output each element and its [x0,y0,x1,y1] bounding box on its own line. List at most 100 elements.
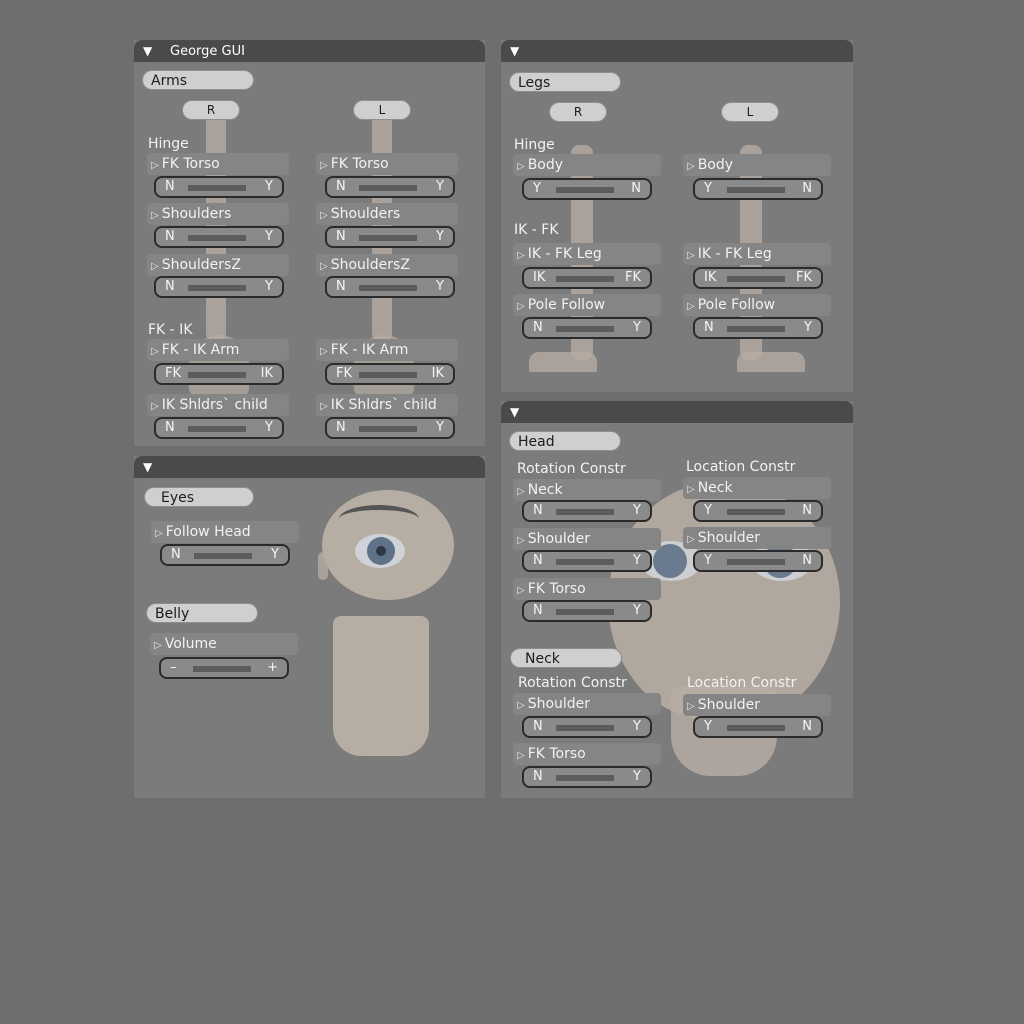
param-ik-fk-leg-l[interactable]: ▷ IK - FK Leg [683,243,831,265]
toggle-pole-follow-r[interactable]: NY [522,317,652,339]
leg-side-l-button[interactable]: L [721,102,779,122]
param-pole-follow-l[interactable]: ▷ Pole Follow [683,294,831,316]
toggle-lo: N [533,603,543,618]
belly-group-label[interactable]: Belly [146,603,258,623]
neck-group-label[interactable]: Neck [510,648,622,668]
toggle-shouldersz-l[interactable]: NY [325,276,455,298]
param-name: FK Torso [161,156,220,172]
toggle-head-rot-fk-torso[interactable]: NY [522,600,652,622]
toggle-neck-rot-shoulder[interactable]: NY [522,716,652,738]
eyes-group-label[interactable]: Eyes [144,487,254,507]
param-ik-shldrs-child-r[interactable]: ▷ IK Shldrs` child [147,394,289,416]
param-neck-rot-shoulder[interactable]: ▷ Shoulder [513,693,661,715]
head-group-label[interactable]: Head [509,431,621,451]
toggle-hi: FK [795,270,812,285]
param-head-rot-fk-torso[interactable]: ▷ FK Torso [513,578,661,600]
toggle-track [556,509,614,515]
legs-panel: ▼ Legs R L Hinge ▷ Body YN ▷ Body YN IK - … [501,40,853,392]
toggle-ik-shldrs-child-r[interactable]: NY [154,417,284,439]
leg-side-r-button[interactable]: R [549,102,607,122]
toggle-follow-head[interactable]: NY [160,544,290,566]
arm-side-r-button[interactable]: R [182,100,240,120]
toggle-pole-follow-l[interactable]: NY [693,317,823,339]
param-body-l[interactable]: ▷ Body [683,154,831,176]
toggle-track [556,609,614,615]
toggle-head-loc-neck[interactable]: YN [693,500,823,522]
param-head-rot-shoulder[interactable]: ▷ Shoulder [513,528,661,550]
param-name: ShouldersZ [161,257,241,273]
param-name: IK - FK Leg [697,246,772,262]
toggle-neck-loc-shoulder[interactable]: YN [693,716,823,738]
legs-panel-header[interactable]: ▼ [501,40,853,62]
param-neck-rot-fk-torso[interactable]: ▷ FK Torso [513,743,661,765]
expand-triangle-icon: ▷ [517,535,525,546]
toggle-shoulders-l[interactable]: NY [325,226,455,248]
eyes-panel-header[interactable]: ▼ [134,456,485,478]
toggle-neck-rot-fk-torso[interactable]: NY [522,766,652,788]
collapse-triangle-icon[interactable]: ▼ [143,459,152,475]
param-shoulders-l[interactable]: ▷ Shoulders [316,203,458,225]
toggle-fk-torso-r[interactable]: NY [154,176,284,198]
toggle-track [727,326,785,332]
param-body-r[interactable]: ▷ Body [513,154,661,176]
toggle-ik-shldrs-child-l[interactable]: NY [325,417,455,439]
toggle-track [359,185,417,191]
head-rotation-constr-label: Rotation Constr [517,461,626,477]
toggle-shoulders-r[interactable]: NY [154,226,284,248]
toggle-shouldersz-r[interactable]: NY [154,276,284,298]
toggle-lo: N [533,769,543,784]
arm-side-l-button[interactable]: L [353,100,411,120]
toggle-fk-ik-arm-r[interactable]: FK IK [154,363,284,385]
param-volume[interactable]: ▷ Volume [150,633,298,655]
param-head-loc-shoulder[interactable]: ▷ Shoulder [683,527,831,549]
toggle-fk-ik-arm-l[interactable]: FK IK [325,363,455,385]
param-follow-head[interactable]: ▷ Follow Head [151,521,299,543]
toggle-hi: Y [436,179,444,194]
expand-triangle-icon: ▷ [517,161,525,172]
neck-location-constr-label: Location Constr [687,675,797,691]
toggle-track [188,372,246,378]
toggle-body-r[interactable]: YN [522,178,652,200]
collapse-triangle-icon[interactable]: ▼ [510,43,519,59]
toggle-body-l[interactable]: YN [693,178,823,200]
arms-hinge-label: Hinge [148,136,189,152]
toggle-ik-fk-leg-r[interactable]: IK FK [522,267,652,289]
param-ik-fk-leg-r[interactable]: ▷ IK - FK Leg [513,243,661,265]
param-neck-loc-shoulder[interactable]: ▷ Shoulder [683,694,831,716]
param-fk-torso-l[interactable]: ▷ FK Torso [316,153,458,175]
param-fk-torso-r[interactable]: ▷ FK Torso [147,153,289,175]
toggle-track [556,187,614,193]
param-name: ShouldersZ [330,257,410,273]
arms-group-label[interactable]: Arms [142,70,254,90]
toggle-volume[interactable]: – + [159,657,289,679]
param-pole-follow-r[interactable]: ▷ Pole Follow [513,294,661,316]
param-head-loc-neck[interactable]: ▷ Neck [683,477,831,499]
toggle-head-rot-neck[interactable]: NY [522,500,652,522]
collapse-triangle-icon[interactable]: ▼ [510,404,519,420]
head-panel-header[interactable]: ▼ [501,401,853,423]
toggle-lo: N [336,229,346,244]
param-shouldersz-l[interactable]: ▷ ShouldersZ [316,254,458,276]
toggle-ik-fk-leg-l[interactable]: IK FK [693,267,823,289]
param-shoulders-r[interactable]: ▷ Shoulders [147,203,289,225]
toggle-head-loc-shoulder[interactable]: YN [693,550,823,572]
arms-panel-header[interactable]: ▼ George GUI [134,40,485,62]
toggle-lo: Y [704,553,712,568]
legs-group-label[interactable]: Legs [509,72,621,92]
toggle-lo: N [165,179,175,194]
toggle-hi: Y [436,229,444,244]
param-head-rot-neck[interactable]: ▷ Neck [513,479,661,501]
param-fk-ik-arm-r[interactable]: ▷ FK - IK Arm [147,339,289,361]
toggle-head-rot-shoulder[interactable]: NY [522,550,652,572]
legs-hinge-label: Hinge [514,137,555,153]
param-shouldersz-r[interactable]: ▷ ShouldersZ [147,254,289,276]
toggle-track [193,666,251,672]
param-name: Shoulders [161,206,232,222]
expand-triangle-icon: ▷ [517,585,525,596]
param-fk-ik-arm-l[interactable]: ▷ FK - IK Arm [316,339,458,361]
collapse-triangle-icon[interactable]: ▼ [143,43,152,59]
param-ik-shldrs-child-l[interactable]: ▷ IK Shldrs` child [316,394,458,416]
toggle-fk-torso-l[interactable]: NY [325,176,455,198]
toggle-lo: N [171,547,181,562]
expand-triangle-icon: ▷ [517,250,525,261]
